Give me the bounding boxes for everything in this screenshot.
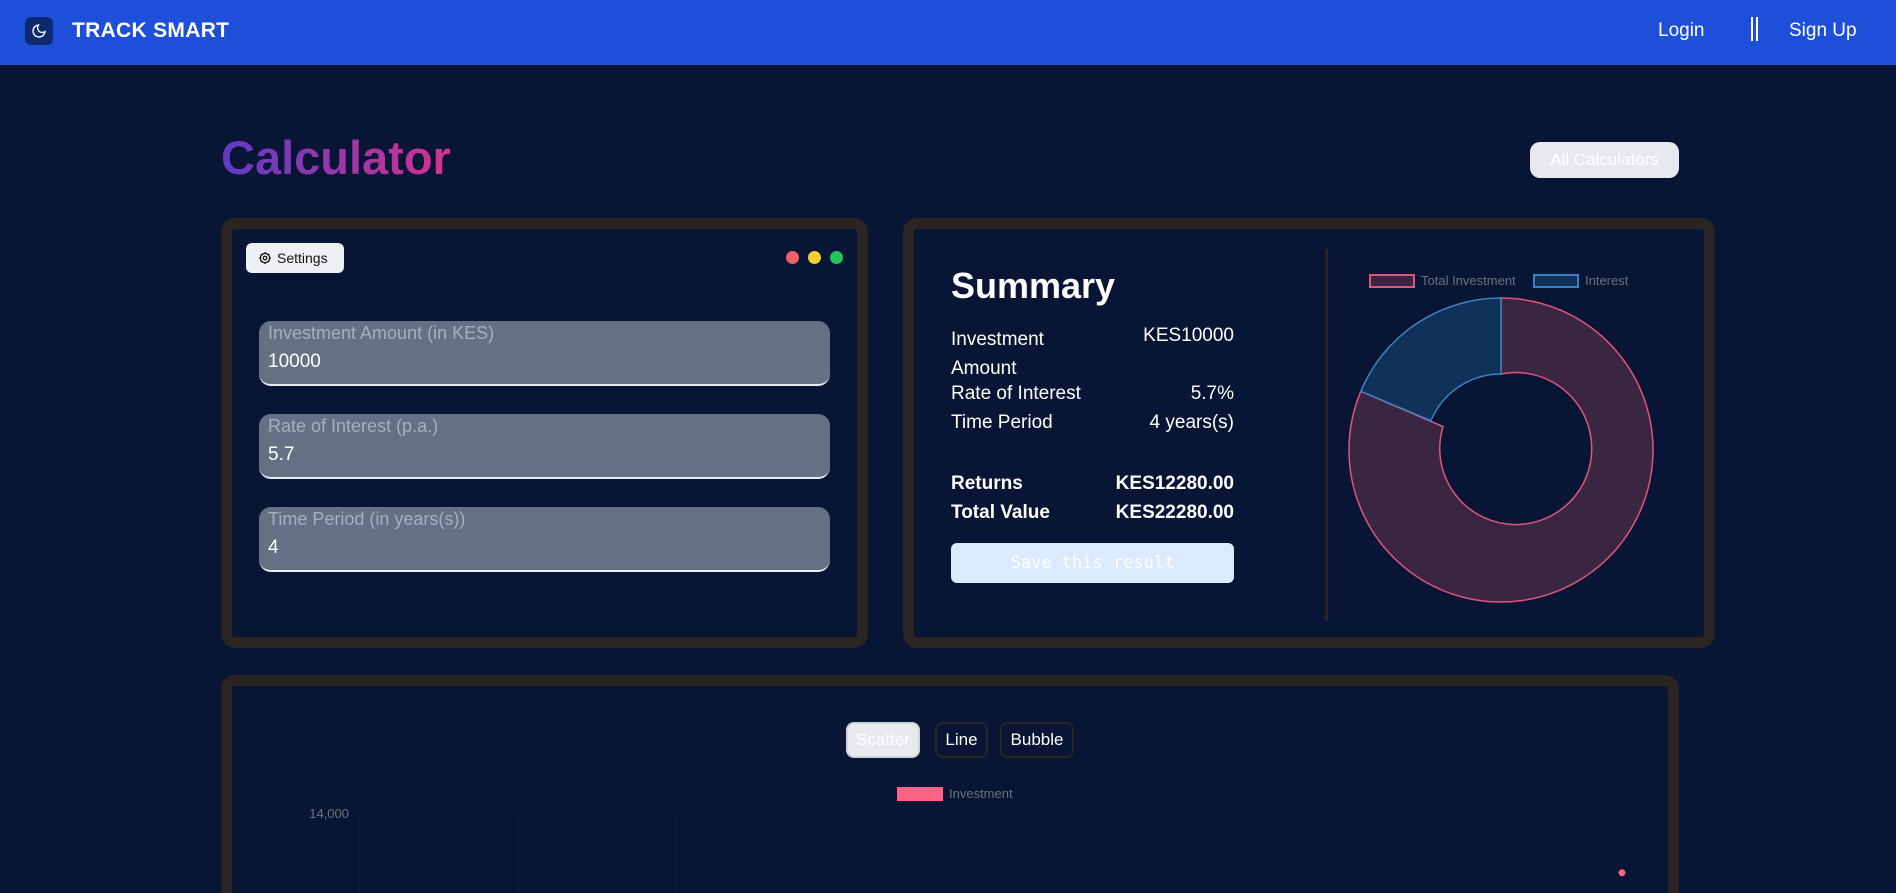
settings-button[interactable]: Settings xyxy=(246,243,344,273)
save-result-button[interactable]: Save this result xyxy=(951,543,1234,583)
theme-toggle-button[interactable] xyxy=(25,17,53,45)
summary-title: Summary xyxy=(951,265,1116,306)
brand-logo-text[interactable]: TRACK SMART xyxy=(72,19,229,43)
moon-icon xyxy=(32,24,46,38)
summary-label: Returns xyxy=(951,473,1023,494)
window-dot-green xyxy=(830,251,843,264)
interest-rate-field[interactable]: Rate of Interest (p.a.) 5.7 xyxy=(259,414,830,479)
time-period-field[interactable]: Time Period (in years(s)) 4 xyxy=(259,507,830,572)
summary-label: Total Value xyxy=(951,502,1050,523)
field-label: Rate of Interest (p.a.) xyxy=(268,416,439,436)
settings-label: Settings xyxy=(277,250,328,266)
panel-divider xyxy=(1325,249,1328,621)
summary-value: KES22280.00 xyxy=(1115,502,1234,523)
input-panel: Settings Investment Amount (in KES) 1000… xyxy=(221,218,868,648)
login-link[interactable]: Login xyxy=(1658,20,1705,42)
investment-amount-field[interactable]: Investment Amount (in KES) 10000 xyxy=(259,321,830,386)
summary-value: 5.7% xyxy=(1190,383,1234,404)
field-label: Investment Amount (in KES) xyxy=(268,323,495,343)
summary-row-interest: Rate of Interest 5.7% xyxy=(951,383,1234,405)
summary-value: 4 years(s) xyxy=(1149,412,1234,433)
window-dot-red xyxy=(786,251,799,264)
summary-row-returns: Returns KES12280.00 xyxy=(951,473,1234,495)
summary-panel: Summary Investment Amount KES10000 Rate … xyxy=(903,218,1715,648)
signup-link[interactable]: Sign Up xyxy=(1789,20,1857,42)
legend-total-investment[interactable]: Total Investment xyxy=(1369,273,1516,288)
top-navbar: TRACK SMART Login Sign Up xyxy=(0,0,1896,65)
chart-panel: Scatter Line Bubble Investment 14,00012,… xyxy=(221,675,1679,893)
summary-value: KES10000 xyxy=(1143,325,1234,346)
legend-label: Total Investment xyxy=(1421,273,1516,288)
summary-row-total: Total Value KES22280.00 xyxy=(951,502,1234,524)
field-value[interactable]: 10000 xyxy=(268,351,321,373)
page-title: Calculator xyxy=(221,131,451,184)
summary-label: Investment Amount xyxy=(951,329,1044,379)
summary-label: Rate of Interest xyxy=(951,383,1081,404)
legend-interest[interactable]: Interest xyxy=(1533,273,1628,288)
scatter-point[interactable] xyxy=(1618,869,1626,877)
summary-row-period: Time Period 4 years(s) xyxy=(951,412,1234,434)
nav-separator xyxy=(1751,17,1758,41)
legend-swatch xyxy=(1369,273,1415,288)
field-value[interactable]: 4 xyxy=(268,537,279,559)
legend-label: Interest xyxy=(1585,273,1629,288)
legend-swatch xyxy=(1533,273,1579,288)
doughnut-chart xyxy=(1348,297,1654,603)
window-dot-yellow xyxy=(808,251,821,264)
y-tick-label: 14,000 xyxy=(309,806,349,821)
field-value[interactable]: 5.7 xyxy=(268,444,294,466)
summary-label: Time Period xyxy=(951,412,1053,433)
all-calculators-button[interactable]: All Calculators xyxy=(1530,142,1679,178)
field-label: Time Period (in years(s)) xyxy=(268,509,466,529)
summary-row-investment: Investment Amount KES10000 xyxy=(951,325,1234,383)
gear-icon xyxy=(259,252,271,264)
summary-value: KES12280.00 xyxy=(1115,473,1234,494)
scatter-chart: 14,00012,000 xyxy=(309,806,1626,893)
